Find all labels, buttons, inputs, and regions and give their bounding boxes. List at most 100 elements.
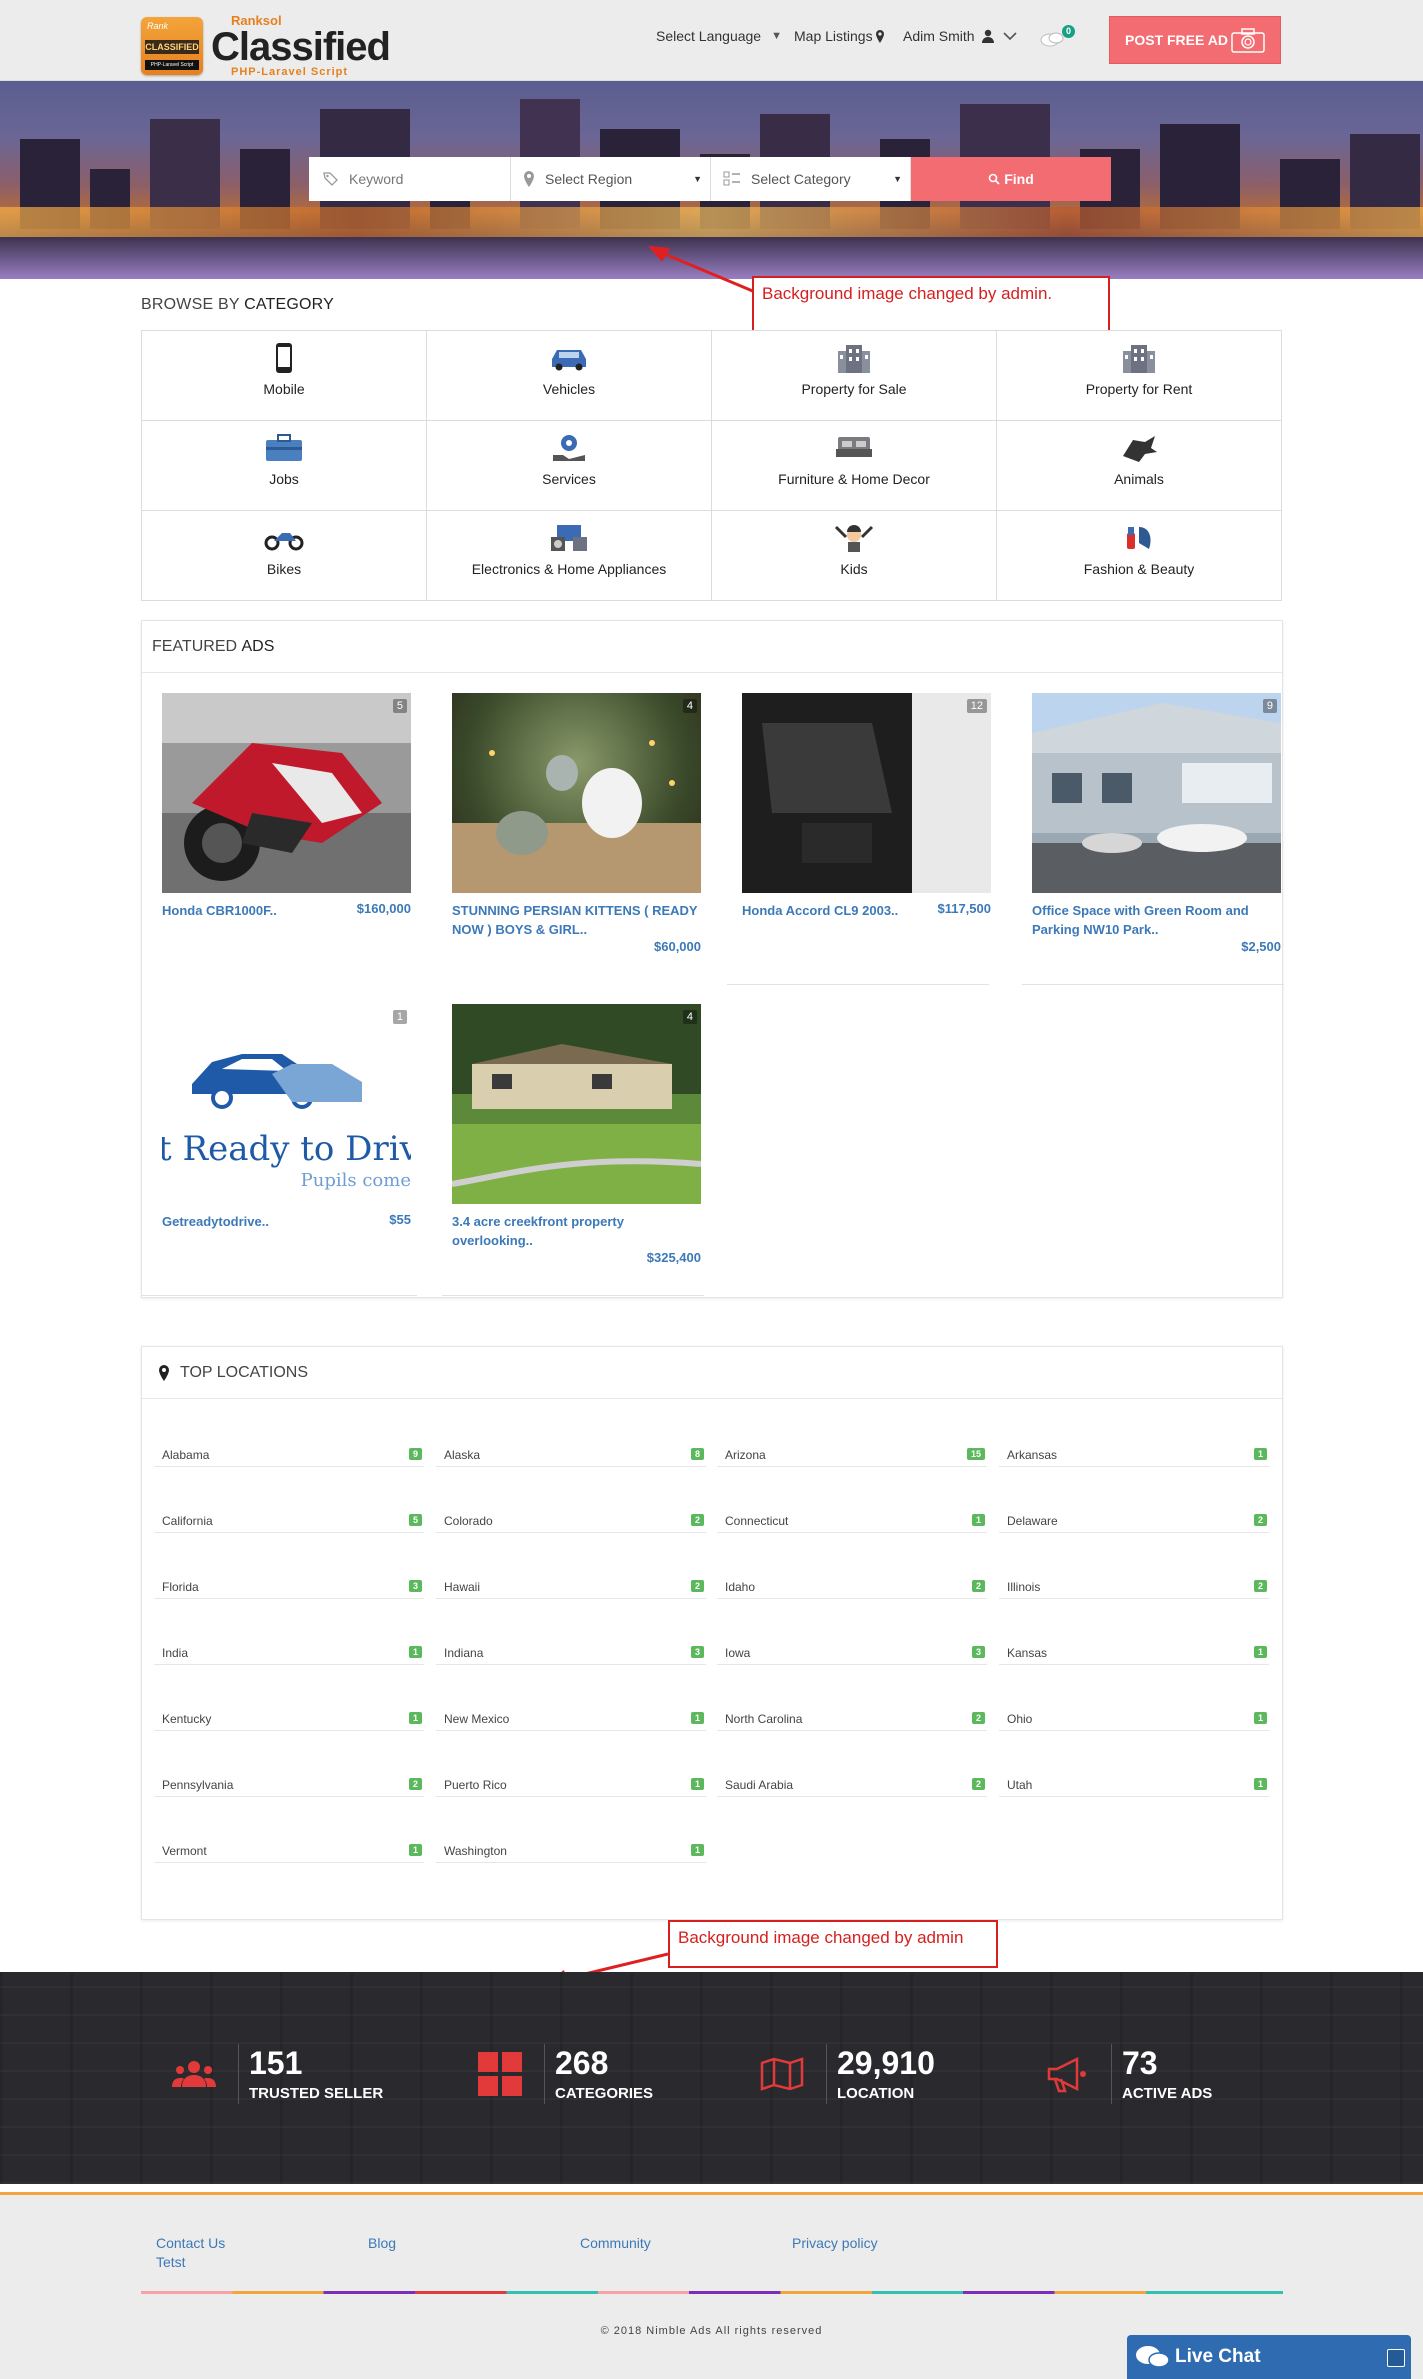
category-fashion[interactable]: Fashion & Beauty [996,510,1282,601]
category-label: Furniture & Home Decor [778,471,930,487]
location-item[interactable]: Alaska 8 [436,1443,706,1467]
ad-image[interactable]: 4 [452,693,701,893]
location-item[interactable]: Illinois 2 [999,1575,1269,1599]
ad-image[interactable]: 9 [1032,693,1281,893]
location-item[interactable]: Colorado 2 [436,1509,706,1533]
map-listings-label: Map Listings [794,28,873,44]
ad-image[interactable]: 4 [452,1004,701,1204]
logo-text: Ranksol Classified PHP-Laravel Script [211,14,391,78]
footer-link-contact[interactable]: Contact Us [156,2235,225,2251]
car-door-photo [742,693,991,893]
category-kids[interactable]: Kids [711,510,997,601]
location-item[interactable]: Vermont 1 [154,1839,424,1863]
location-item[interactable]: Iowa 3 [717,1641,987,1665]
category-electronics[interactable]: Electronics & Home Appliances [426,510,712,601]
category-label: Fashion & Beauty [1083,561,1195,577]
grid-icon [478,2052,522,2096]
messages-button[interactable]: 0 [1040,25,1075,48]
location-item[interactable]: Utah 1 [999,1773,1269,1797]
ad-card[interactable]: t Ready to Driv Pupils come 1 Getreadyto… [142,1004,411,1229]
site-logo[interactable]: Rank CLASSIFIED PHP-Laravel Script Ranks… [141,14,391,78]
electronics-icon [551,525,587,551]
ad-title[interactable]: Honda Accord CL9 2003.. [742,901,912,920]
ad-title[interactable]: Honda CBR1000F.. [162,901,332,920]
category-property-for-rent[interactable]: Property for Rent [996,330,1282,421]
chevron-down-icon[interactable] [1387,2349,1405,2367]
category-jobs[interactable]: Jobs [141,420,427,511]
location-item[interactable]: Idaho 2 [717,1575,987,1599]
category-mobile[interactable]: Mobile [141,330,427,421]
location-item[interactable]: Alabama 9 [154,1443,424,1467]
location-count-badge: 8 [690,1448,704,1460]
ad-card[interactable]: 12 Honda Accord CL9 2003.. $117,500 [722,693,991,918]
user-menu[interactable]: Adim Smith [903,28,1017,44]
photo-count: 4 [682,699,697,713]
top-locations-header: TOP LOCATIONS [142,1347,1282,1399]
location-count-badge: 1 [1253,1778,1267,1790]
location-item[interactable]: Arizona 15 [717,1443,987,1467]
search-icon [988,173,1000,185]
ad-image[interactable]: 12 [742,693,991,893]
category-bikes[interactable]: Bikes [141,510,427,601]
location-item[interactable]: North Carolina 2 [717,1707,987,1731]
category-select[interactable]: Select Category ▼ [711,157,911,201]
language-selector[interactable]: Select Language ▼ [656,28,782,44]
location-name: Utah [1007,1777,1033,1792]
ad-title[interactable]: STUNNING PERSIAN KITTENS ( READY NOW ) B… [452,901,701,939]
live-chat-button[interactable]: Live Chat [1127,2335,1411,2379]
ad-image-subtext: Pupils come [300,1170,411,1191]
chat-bubbles-icon [1136,2346,1170,2368]
category-vehicles[interactable]: Vehicles [426,330,712,421]
location-name: Hawaii [444,1579,481,1594]
ad-image[interactable]: t Ready to Driv Pupils come 1 [162,1004,411,1204]
ad-card[interactable]: 4 3.4 acre creekfront property overlooki… [432,1004,701,1265]
chevron-down-icon: ▼ [771,30,782,42]
ad-title[interactable]: Office Space with Green Room and Parking… [1032,901,1281,939]
location-item[interactable]: Pennsylvania 2 [154,1773,424,1797]
category-animals[interactable]: Animals [996,420,1282,511]
category-label: Bikes [266,561,302,577]
location-item[interactable]: Kentucky 1 [154,1707,424,1731]
location-item[interactable]: Indiana 3 [436,1641,706,1665]
region-select[interactable]: Select Region ▼ [511,157,711,201]
category-label: Vehicles [542,381,596,397]
location-item[interactable]: Connecticut 1 [717,1509,987,1533]
keyword-input[interactable]: Keyword [309,157,511,201]
footer-link-community[interactable]: Community [580,2235,651,2251]
category-property-for-sale[interactable]: Property for Sale [711,330,997,421]
ad-image[interactable]: 5 [162,693,411,893]
location-item[interactable]: Puerto Rico 1 [436,1773,706,1797]
category-label: Property for Sale [801,381,907,397]
location-count-badge: 1 [690,1844,704,1856]
post-free-ad-button[interactable]: POST FREE AD [1109,16,1281,64]
category-furniture[interactable]: Furniture & Home Decor [711,420,997,511]
location-item[interactable]: Delaware 2 [999,1509,1269,1533]
ad-card[interactable]: 5 Honda CBR1000F.. $160,000 [142,693,411,918]
location-item[interactable]: India 1 [154,1641,424,1665]
location-item[interactable]: Florida 3 [154,1575,424,1599]
location-count-badge: 2 [971,1580,985,1592]
stat-trusted-seller: 151 TRUSTED SELLER [162,2042,383,2106]
location-item[interactable]: Kansas 1 [999,1641,1269,1665]
location-item[interactable]: Hawaii 2 [436,1575,706,1599]
location-item[interactable]: Arkansas 1 [999,1443,1269,1467]
kid-icon [834,525,874,552]
ad-title[interactable]: Getreadytodrive.. [162,1212,332,1231]
location-item[interactable]: New Mexico 1 [436,1707,706,1731]
ad-card[interactable]: 4 STUNNING PERSIAN KITTENS ( READY NOW )… [432,693,701,954]
ad-price: $160,000 [356,901,411,916]
location-item[interactable]: Saudi Arabia 2 [717,1773,987,1797]
footer-link-tetst[interactable]: Tetst [156,2254,225,2270]
map-listings-link[interactable]: Map Listings [794,28,885,44]
ad-title[interactable]: 3.4 acre creekfront property overlooking… [452,1212,652,1250]
ad-card[interactable]: 9 Office Space with Green Room and Parki… [1012,693,1281,954]
category-services[interactable]: Services [426,420,712,511]
location-item[interactable]: Ohio 1 [999,1707,1269,1731]
footer-link-privacy[interactable]: Privacy policy [792,2235,878,2251]
find-button[interactable]: Find [911,157,1111,201]
footer-link-blog[interactable]: Blog [368,2235,396,2251]
location-item[interactable]: California 5 [154,1509,424,1533]
location-count-badge: 9 [408,1448,422,1460]
location-item[interactable]: Washington 1 [436,1839,706,1863]
location-name: Connecticut [725,1513,789,1528]
